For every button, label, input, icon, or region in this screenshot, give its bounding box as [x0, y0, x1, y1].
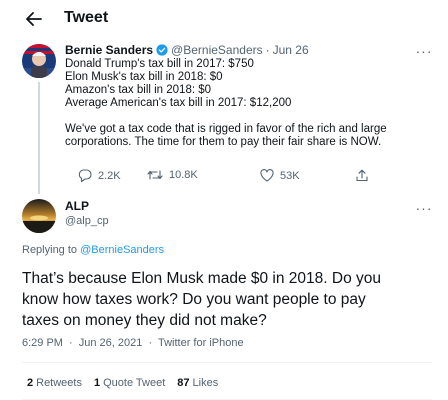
- bernie-avatar[interactable]: [22, 44, 56, 78]
- likes-count: 87: [177, 377, 190, 389]
- like-count: 53K: [280, 169, 300, 182]
- replying-to-link[interactable]: @BernieSanders: [80, 244, 164, 256]
- author-name[interactable]: Bernie Sanders: [65, 43, 153, 57]
- alp-avatar[interactable]: [22, 199, 56, 233]
- reply-line: know how taxes work? Do you want people …: [22, 291, 366, 308]
- retweet-icon: [147, 170, 163, 180]
- quotes-label: Quote Tweet: [103, 377, 166, 389]
- original-tweet-header: Bernie Sanders @BernieSanders · Jun 26: [65, 43, 309, 57]
- retweet-count: 10.8K: [169, 169, 198, 181]
- more-options-icon[interactable]: ···: [414, 200, 434, 216]
- reply-author-handle[interactable]: @alp_cp: [65, 215, 109, 227]
- tweet-line: Elon Musk's tax bill in 2018: $0: [65, 71, 223, 83]
- author-handle[interactable]: @BernieSanders: [171, 43, 263, 57]
- quotes-count: 1: [93, 377, 101, 389]
- tweet-line: corporations. The time for them to pay t…: [65, 136, 382, 148]
- original-tweet-text: Donald Trump's tax bill in 2017: $750 El…: [65, 58, 425, 149]
- tweet-line: Average American's tax bill in 2017: $12…: [65, 97, 292, 109]
- share-icon: [356, 169, 368, 182]
- retweets-label: Retweets: [36, 377, 82, 389]
- verified-badge-icon: [156, 44, 168, 56]
- reply-button[interactable]: 2.2K: [78, 169, 121, 182]
- tweet-actions: 2.2K 10.8K 53K: [65, 169, 395, 185]
- retweets-stat[interactable]: 2 Retweets: [27, 377, 82, 389]
- replying-to-label: Replying to: [22, 244, 78, 256]
- separator-dot: ·: [69, 337, 73, 349]
- tweet-line: We've got a tax code that is rigged in f…: [65, 123, 387, 135]
- thread-connector-line: [38, 82, 40, 194]
- reply-author-name[interactable]: ALP: [65, 199, 89, 213]
- retweet-button[interactable]: 10.8K: [147, 169, 198, 181]
- tweet-time[interactable]: 6:29 PM: [22, 337, 63, 349]
- more-options-icon[interactable]: ···: [414, 43, 434, 59]
- retweets-count: 2: [27, 377, 34, 389]
- heart-icon: [260, 169, 274, 182]
- like-button[interactable]: 53K: [260, 169, 300, 182]
- back-button[interactable]: [22, 8, 46, 30]
- divider: [22, 362, 432, 363]
- separator-dot: ·: [148, 337, 153, 349]
- engagement-stats: 2 Retweets 1 Quote Tweet 87 Likes: [27, 377, 218, 389]
- separator-dot: ·: [265, 43, 270, 57]
- tweet-line: Amazon's tax bill in 2018: $0: [65, 84, 212, 96]
- share-button[interactable]: [356, 169, 368, 182]
- reply-icon: [78, 169, 92, 182]
- reply-line: That’s because Elon Musk made $0 in 2018…: [22, 270, 382, 287]
- tweet-full-date[interactable]: Jun 26, 2021: [79, 337, 143, 349]
- tweet-metadata: 6:29 PM · Jun 26, 2021 · Twitter for iPh…: [22, 337, 244, 349]
- page-title: Tweet: [64, 9, 109, 26]
- quote-tweets-stat[interactable]: 1 Quote Tweet: [94, 377, 165, 389]
- reply-tweet-text: That’s because Elon Musk made $0 in 2018…: [22, 268, 432, 331]
- back-arrow-icon: [26, 12, 42, 26]
- reply-line: taxes on money they did not make?: [22, 312, 267, 329]
- tweet-date[interactable]: Jun 26: [273, 43, 309, 57]
- reply-count: 2.2K: [98, 169, 121, 182]
- header: Tweet: [0, 0, 448, 36]
- tweet-line: Donald Trump's tax bill in 2017: $750: [65, 58, 254, 70]
- likes-stat[interactable]: 87 Likes: [177, 377, 218, 389]
- likes-label: Likes: [192, 377, 219, 389]
- replying-to: Replying to @BernieSanders: [22, 244, 164, 256]
- tweet-source[interactable]: Twitter for iPhone: [158, 337, 244, 349]
